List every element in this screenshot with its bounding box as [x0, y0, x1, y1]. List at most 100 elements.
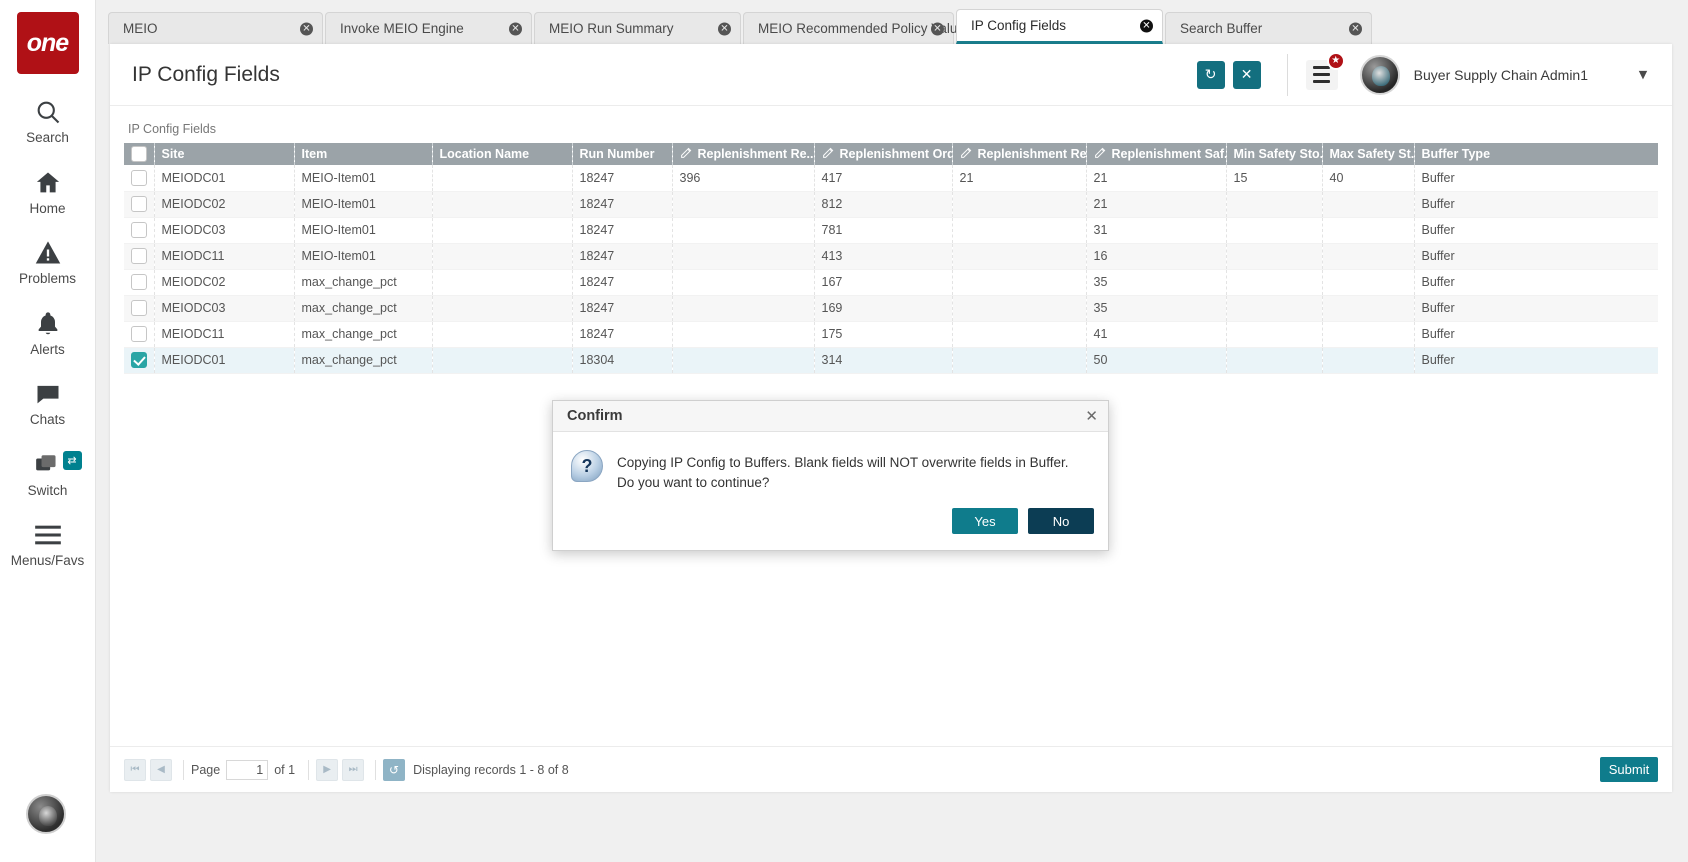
cell-repl-re-1	[672, 269, 814, 295]
column-header-site[interactable]: Site	[154, 143, 294, 165]
tab-meio[interactable]: MEIO ✕	[108, 12, 323, 44]
row-select-cell[interactable]	[124, 321, 154, 347]
cell-item: MEIO-Item01	[294, 217, 432, 243]
tab-close-icon[interactable]: ✕	[300, 22, 313, 35]
table-row[interactable]: MEIODC01max_change_pct1830431450Buffer	[124, 347, 1658, 373]
row-select-cell[interactable]	[124, 191, 154, 217]
column-header-location-name[interactable]: Location Name	[432, 143, 572, 165]
column-header-replenishment-re-2[interactable]: Replenishment Re...	[952, 143, 1086, 165]
row-checkbox[interactable]	[131, 196, 147, 212]
row-checkbox[interactable]	[131, 300, 147, 316]
submit-button[interactable]: Submit	[1600, 757, 1658, 782]
last-page-button[interactable]: ⏭	[342, 759, 364, 781]
column-header-label: Site	[162, 147, 185, 161]
refresh-button[interactable]: ↻	[1197, 61, 1225, 89]
avatar[interactable]	[1360, 55, 1400, 95]
row-select-cell[interactable]	[124, 347, 154, 373]
page-label: Page	[191, 763, 220, 777]
select-all-column-header[interactable]	[124, 143, 154, 165]
tab-close-icon[interactable]: ✕	[509, 22, 522, 35]
application-window: one Search Home	[0, 0, 1688, 862]
tab-invoke-meio-engine[interactable]: Invoke MEIO Engine ✕	[325, 12, 532, 44]
table-row[interactable]: MEIODC02max_change_pct1824716735Buffer	[124, 269, 1658, 295]
table-row[interactable]: MEIODC11MEIO-Item011824741316Buffer	[124, 243, 1658, 269]
no-button[interactable]: No	[1028, 508, 1094, 534]
cell-run-number[interactable]: 18247	[572, 269, 672, 295]
cell-run-number[interactable]: 18247	[572, 165, 672, 191]
column-header-run-number[interactable]: Run Number	[572, 143, 672, 165]
cell-buffer-type: Buffer	[1414, 217, 1658, 243]
table-row[interactable]: MEIODC03MEIO-Item011824778131Buffer	[124, 217, 1658, 243]
page-header: IP Config Fields ↻ ✕ ★ Buyer Supply Chai…	[110, 44, 1672, 106]
cell-location-name	[432, 269, 572, 295]
row-select-cell[interactable]	[124, 295, 154, 321]
dialog-close-icon[interactable]: ✕	[1085, 409, 1098, 424]
column-header-buffer-type[interactable]: Buffer Type	[1414, 143, 1658, 165]
cell-run-number[interactable]: 18247	[572, 217, 672, 243]
yes-button[interactable]: Yes	[952, 508, 1018, 534]
first-page-button[interactable]: ⏮	[124, 759, 146, 781]
cell-run-number[interactable]: 18247	[572, 321, 672, 347]
context-menu-button[interactable]: ★	[1306, 60, 1338, 90]
row-checkbox[interactable]	[131, 326, 147, 342]
row-select-cell[interactable]	[124, 165, 154, 191]
select-all-checkbox[interactable]	[131, 146, 147, 162]
sidebar-item-search[interactable]: Search	[0, 96, 96, 145]
cell-run-number[interactable]: 18304	[572, 347, 672, 373]
tab-close-icon[interactable]: ✕	[718, 22, 731, 35]
table-row[interactable]: MEIODC02MEIO-Item011824781221Buffer	[124, 191, 1658, 217]
page-number-input[interactable]	[226, 760, 268, 780]
cell-run-number[interactable]: 18247	[572, 243, 672, 269]
row-checkbox[interactable]	[131, 222, 147, 238]
sidebar-item-menus-favs[interactable]: Menus/Favs	[0, 519, 96, 568]
column-header-item[interactable]: Item	[294, 143, 432, 165]
tab-meio-run-summary[interactable]: MEIO Run Summary ✕	[534, 12, 741, 44]
row-checkbox[interactable]	[131, 352, 147, 368]
sidebar-item-chats[interactable]: Chats	[0, 378, 96, 427]
cell-run-number[interactable]: 18247	[572, 191, 672, 217]
column-header-min-safety-stock[interactable]: Min Safety Sto...	[1226, 143, 1322, 165]
rail-avatar[interactable]	[26, 794, 66, 834]
tab-meio-recommended-policy-values[interactable]: MEIO Recommended Policy Valu... ✕	[743, 12, 954, 44]
row-select-cell[interactable]	[124, 243, 154, 269]
column-header-replenishment-ord[interactable]: Replenishment Ord...	[814, 143, 952, 165]
column-header-label: Replenishment Re...	[978, 147, 1087, 161]
cell-location-name	[432, 243, 572, 269]
sidebar-item-label: Alerts	[30, 343, 65, 357]
user-menu-chevron-down-icon[interactable]: ▼	[1630, 62, 1656, 88]
tab-close-icon[interactable]: ✕	[1349, 22, 1362, 35]
column-header-replenishment-re-1[interactable]: Replenishment Re...	[672, 143, 814, 165]
table-row[interactable]: MEIODC01MEIO-Item011824739641721211540Bu…	[124, 165, 1658, 191]
sidebar-item-home[interactable]: Home	[0, 167, 96, 216]
row-checkbox[interactable]	[131, 248, 147, 264]
cell-run-number[interactable]: 18247	[572, 295, 672, 321]
table-row[interactable]: MEIODC11max_change_pct1824717541Buffer	[124, 321, 1658, 347]
cell-item: MEIO-Item01	[294, 243, 432, 269]
tab-close-icon[interactable]: ✕	[931, 22, 944, 35]
cell-repl-saf: 21	[1086, 191, 1226, 217]
tab-close-icon[interactable]: ✕	[1140, 19, 1153, 32]
dialog-body: ? Copying IP Config to Buffers. Blank fi…	[553, 432, 1108, 498]
tab-search-buffer[interactable]: Search Buffer ✕	[1165, 12, 1372, 44]
row-select-cell[interactable]	[124, 269, 154, 295]
cell-repl-re-2	[952, 321, 1086, 347]
close-page-button[interactable]: ✕	[1233, 61, 1261, 89]
refresh-grid-icon[interactable]: ↺	[383, 759, 405, 781]
edit-pencil-icon	[680, 146, 693, 162]
close-icon: ✕	[1241, 67, 1253, 83]
tab-ip-config-fields[interactable]: IP Config Fields ✕	[956, 9, 1163, 44]
table-row[interactable]: MEIODC03max_change_pct1824716935Buffer	[124, 295, 1658, 321]
next-page-button[interactable]: ▶	[316, 759, 338, 781]
row-checkbox[interactable]	[131, 274, 147, 290]
sidebar-item-switch[interactable]: ⇄ Switch	[0, 449, 96, 498]
column-header-replenishment-saf[interactable]: Replenishment Saf...	[1086, 143, 1226, 165]
cell-location-name	[432, 191, 572, 217]
sidebar-item-problems[interactable]: Problems	[0, 237, 96, 286]
column-header-max-safety-stock[interactable]: Max Safety St...	[1322, 143, 1414, 165]
previous-page-button[interactable]: ◀	[150, 759, 172, 781]
cell-item: MEIO-Item01	[294, 165, 432, 191]
sidebar-item-alerts[interactable]: Alerts	[0, 308, 96, 357]
row-checkbox[interactable]	[131, 170, 147, 186]
row-select-cell[interactable]	[124, 217, 154, 243]
cell-min-safety	[1226, 191, 1322, 217]
